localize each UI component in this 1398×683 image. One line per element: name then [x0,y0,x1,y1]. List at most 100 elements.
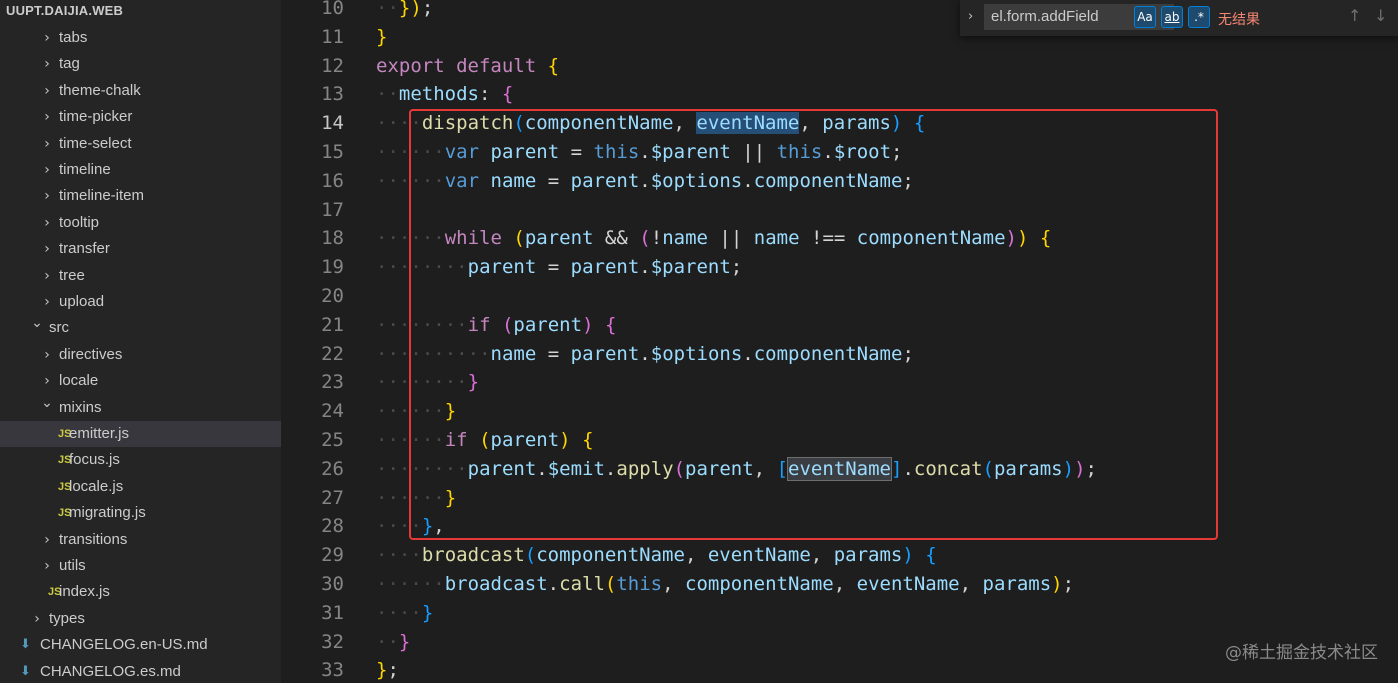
match-case-toggle[interactable]: Aa [1134,6,1156,28]
code-line[interactable]: 30 ······broadcast.call(this, componentNa… [281,570,1398,599]
tree-item[interactable]: › tooltip [0,210,281,236]
chevron-right-icon: › [44,109,50,126]
code-text: ··methods: { [376,83,514,106]
tree-item[interactable]: › transfer [0,236,281,262]
explorer-root-title[interactable]: UUPT.DAIJIA.WEB [0,0,123,22]
explorer-sidebar: UUPT.DAIJIA.WEB › tabs › tag › theme-chalk › ti… [0,0,281,683]
tree-item[interactable]: › timeline-item [0,183,281,209]
line-number: 33 [321,659,344,682]
tree-item-label: index.js [59,583,110,601]
line-number: 30 [321,573,344,595]
line-number: 20 [321,285,344,307]
tree-item[interactable]: ⌄ mixins [0,395,281,421]
tree-item[interactable]: ⬇ CHANGELOG.en-US.md [0,632,281,658]
chevron-right-icon: › [44,188,50,205]
next-match-arrow-icon[interactable]: ↓ [1374,6,1387,25]
tree-item[interactable]: JS locale.js [0,474,281,500]
code-text: ······broadcast.call(this, componentName… [376,573,1075,595]
tree-item[interactable]: › timeline [0,157,281,183]
tree-item[interactable]: ⬇ CHANGELOG.es.md [0,659,281,683]
tree-item-label: mixins [59,398,102,416]
tree-item-label: timeline [59,161,111,178]
find-query: el.form.addField [991,8,1099,25]
code-line[interactable]: 13 ··methods: { [281,80,1398,109]
line-number: 25 [321,429,344,451]
chevron-right-icon: › [44,162,50,178]
tree-item-label: locale.js [69,477,124,495]
dispatch-highlight-box [409,109,1218,540]
markdown-file-icon: ⬇ [20,637,31,653]
find-widget: › el.form.addField Aa ab .* 无结果 ↑ ↓ [960,0,1398,36]
chevron-right-icon: › [44,346,50,363]
line-number: 28 [321,515,344,538]
line-number: 15 [321,141,344,163]
tree-item-label: types [49,609,85,627]
chevron-right-icon: › [34,610,40,627]
code-text: }; [376,659,399,682]
line-number: 27 [321,486,344,509]
code-text: ····broadcast(componentName, eventName, … [376,544,937,567]
line-number: 10 [321,0,344,19]
code-text: } [376,25,388,48]
tree-item[interactable]: JS emitter.js [0,421,281,447]
code-editor[interactable]: 10 ··}); 11} 12 export default {13 ··methods:… [281,0,1398,683]
tree-item-label: transitions [59,530,128,548]
line-number: 22 [321,342,344,365]
tree-item-label: tag [59,55,80,73]
chevron-right-icon: › [44,241,50,258]
tree-item[interactable]: JS migrating.js [0,500,281,526]
tree-item[interactable]: › time-picker [0,104,281,130]
tree-item-label: time-picker [59,108,133,126]
line-number: 17 [321,198,344,221]
tree-item[interactable]: › utils [0,553,281,579]
chevron-right-icon: › [44,30,50,46]
chevron-down-icon: ⌄ [31,315,43,332]
tree-item-label: locale [59,372,99,390]
tree-item-label: CHANGELOG.es.md [40,662,181,680]
tree-item[interactable]: › tag [0,51,281,77]
tree-item-label: migrating.js [69,504,146,522]
chevron-right-icon: › [44,82,50,99]
code-line[interactable]: 31 ····} [281,599,1398,628]
tree-item[interactable]: › transitions [0,527,281,553]
tree-item[interactable]: › directives [0,342,281,368]
tree-item[interactable]: › tree [0,263,281,289]
tree-item-label: CHANGELOG.en-US.md [40,636,208,654]
tree-item[interactable]: › time-select [0,131,281,157]
chevron-right-icon: › [44,558,50,574]
chevron-right-icon: › [44,56,50,73]
previous-match-arrow-icon[interactable]: ↑ [1348,6,1361,25]
code-line[interactable]: 29 ····broadcast(componentName, eventName… [281,541,1398,570]
chevron-down-icon: ⌄ [41,394,53,411]
tree-item[interactable]: › theme-chalk [0,78,281,104]
chevron-right-icon: › [44,531,50,548]
chevron-right-icon: › [44,214,50,231]
tree-item-label: tooltip [59,213,100,231]
code-text: ··}); [376,0,434,19]
tree-item-label: tree [59,266,85,284]
code-text: ····} [376,601,434,624]
code-text: export default { [376,54,560,77]
tree-item-label: time-select [59,134,132,152]
regex-toggle[interactable]: .* [1188,6,1210,28]
tree-item-label: utils [59,557,86,574]
tree-item-label: emitter.js [69,425,130,442]
tree-item[interactable]: › tabs [0,25,281,51]
tree-item[interactable]: ⌄ src [0,315,281,341]
toggle-replace-chevron-icon[interactable]: › [968,9,973,24]
tree-item[interactable]: JS index.js [0,579,281,605]
line-number: 13 [321,83,344,106]
tree-item[interactable]: JS focus.js [0,447,281,473]
tree-item[interactable]: › types [0,606,281,632]
tree-item-label: transfer [59,240,110,258]
tree-item-label: timeline-item [59,187,145,205]
line-number: 26 [321,457,344,480]
whole-word-toggle[interactable]: ab [1161,6,1183,28]
code-line[interactable]: 12 export default { [281,52,1398,81]
line-number: 23 [321,371,344,394]
line-number: 18 [321,227,344,250]
tree-item-label: upload [59,293,105,310]
line-number: 24 [321,400,344,423]
line-number: 19 [321,256,344,279]
markdown-file-icon: ⬇ [20,663,31,679]
